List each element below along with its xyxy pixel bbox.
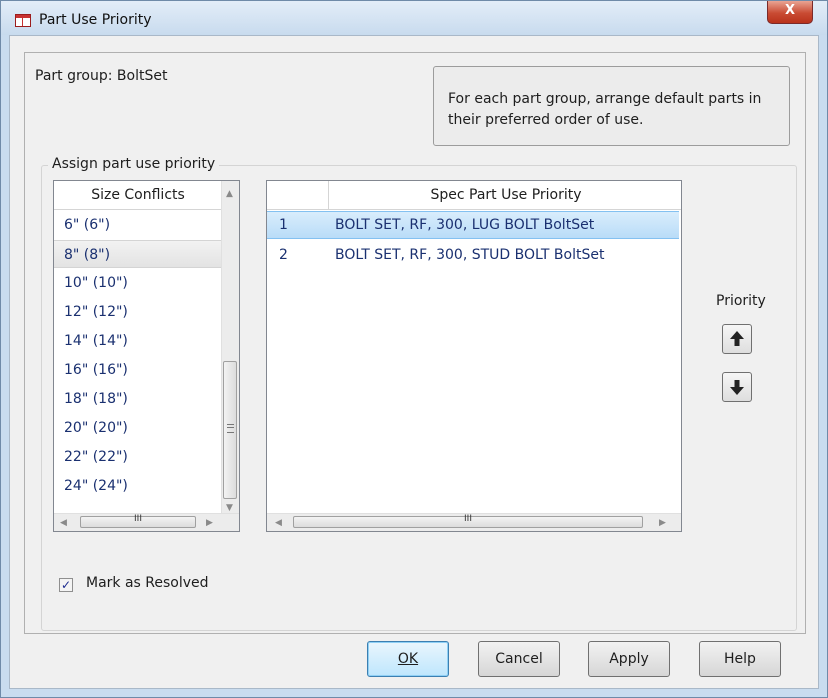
spec-list-horizontal-scrollbar[interactable]: ◀ III ▶ [267,513,681,531]
close-button[interactable]: X [767,1,813,24]
scroll-right-icon[interactable]: ▶ [206,518,213,528]
cancel-button[interactable]: Cancel [478,641,560,677]
cancel-button-label: Cancel [495,651,543,667]
part-description: BOLT SET, RF, 300, LUG BOLT BoltSet [335,217,595,233]
part-description: BOLT SET, RF, 300, STUD BOLT BoltSet [335,247,605,263]
priority-label: Priority [716,293,766,309]
horizontal-scroll-thumb[interactable]: III [293,514,643,528]
move-up-button[interactable] [722,324,752,354]
mark-as-resolved-label[interactable]: Mark as Resolved [86,575,209,591]
move-down-button[interactable] [722,372,752,402]
group-label: Assign part use priority [48,156,220,172]
priority-number: 1 [279,217,288,233]
size-list-horizontal-scrollbar[interactable]: ◀ III ▶ [54,513,239,531]
spec-part-use-priority-header[interactable]: Spec Part Use Priority [329,181,681,210]
main-panel: Part group: BoltSet For each part group,… [24,52,806,634]
arrow-up-icon [730,331,744,346]
size-conflict-item[interactable]: 8" (8") [54,240,222,268]
help-button[interactable]: Help [699,641,781,677]
info-box: For each part group, arrange default par… [433,66,790,146]
arrow-down-icon [730,380,744,395]
apply-button[interactable]: Apply [588,641,670,677]
scroll-down-icon[interactable]: ▼ [226,503,233,513]
spec-priority-row[interactable]: 2 BOLT SET, RF, 300, STUD BOLT BoltSet [267,241,679,269]
mark-as-resolved-checkbox[interactable]: ✓ [59,578,73,592]
size-conflict-item[interactable]: 6" (6") [54,211,222,239]
size-list-vertical-scrollbar[interactable]: ▲ ▼ [221,181,239,516]
vertical-scroll-thumb[interactable] [223,361,237,499]
size-conflict-item[interactable]: 14" (14") [54,327,222,355]
title-bar[interactable]: Part Use Priority X [1,1,827,35]
help-button-label: Help [724,651,756,667]
scroll-left-icon[interactable]: ◀ [60,518,67,528]
info-text-line-1: For each part group, arrange default par… [448,91,762,107]
spec-priority-row[interactable]: 1 BOLT SET, RF, 300, LUG BOLT BoltSet [267,211,679,239]
ok-button-label: OK [397,651,419,667]
size-conflict-item[interactable]: 20" (20") [54,414,222,442]
scroll-right-icon[interactable]: ▶ [659,518,666,528]
ok-button[interactable]: OK [367,641,449,677]
priority-number-header [267,181,329,210]
size-conflict-item[interactable]: 12" (12") [54,298,222,326]
size-conflicts-header[interactable]: Size Conflicts [54,181,222,210]
dialog-icon [15,14,31,27]
dialog-body: Part group: BoltSet For each part group,… [9,35,819,689]
size-conflicts-list[interactable]: Size Conflicts 6" (6") 8" (8") 10" (10") 12… [53,180,240,532]
grip-icon [227,424,234,433]
part-use-priority-dialog: Part Use Priority X Part group: BoltSet … [0,0,828,698]
size-conflict-item[interactable]: 16" (16") [54,356,222,384]
info-text-line-2: their preferred order of use. [448,112,644,128]
apply-button-label: Apply [609,651,649,667]
size-conflict-item[interactable]: 22" (22") [54,443,222,471]
scroll-left-icon[interactable]: ◀ [275,518,282,528]
spec-part-use-priority-list[interactable]: Spec Part Use Priority 1 BOLT SET, RF, 30… [266,180,682,532]
part-group-label: Part group: BoltSet [35,68,168,84]
window-title: Part Use Priority [39,12,152,28]
size-conflict-item[interactable]: 24" (24") [54,472,222,500]
priority-number: 2 [279,247,288,263]
size-conflict-item[interactable]: 10" (10") [54,269,222,297]
size-conflict-item[interactable]: 18" (18") [54,385,222,413]
assign-priority-group: Assign part use priority Size Conflicts … [41,156,797,631]
scroll-up-icon[interactable]: ▲ [226,189,233,199]
horizontal-scroll-thumb[interactable]: III [80,514,196,528]
